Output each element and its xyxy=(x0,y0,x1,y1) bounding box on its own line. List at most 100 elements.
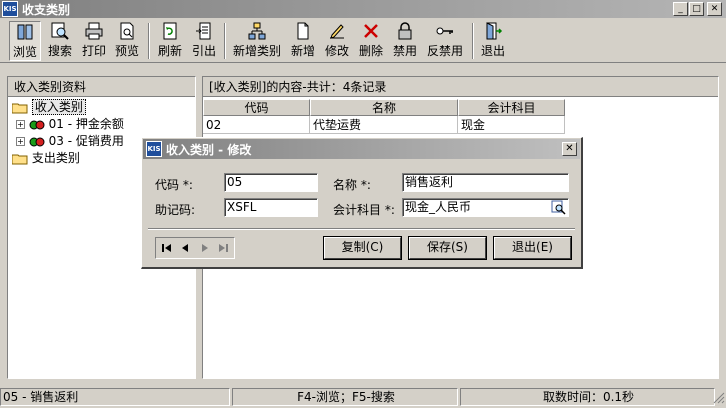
tree-node-income-root[interactable]: 收入类别 xyxy=(12,99,86,115)
table-row-cell-account[interactable]: 现金 xyxy=(458,116,565,134)
tree-node-label: 03 - 促销费用 xyxy=(48,134,124,148)
name-label: 名称 *: xyxy=(333,178,371,192)
browse-label: 浏览 xyxy=(12,45,37,59)
account-value: 现金_人民币 xyxy=(405,200,472,214)
name-input[interactable]: 销售返利 xyxy=(402,173,569,192)
refresh-icon xyxy=(163,22,177,40)
dialog-exit-button[interactable]: 退出(E) xyxy=(493,236,572,260)
delete-button[interactable]: 删除 xyxy=(356,21,386,61)
toolbar: 浏览 搜索 打印 预览 刷新 引出 新增类别 新增 修改 删除 禁用 反禁用 退… xyxy=(0,19,726,63)
lookup-icon[interactable] xyxy=(551,200,566,215)
previous-record-icon[interactable] xyxy=(178,242,192,254)
tree-node-label: 01 - 押金余额 xyxy=(48,117,124,131)
column-header-account[interactable]: 会计科目 xyxy=(458,99,565,116)
toolbar-separator xyxy=(224,23,226,59)
tree-panel-header: 收入类别资料 xyxy=(8,77,195,97)
record-navigator xyxy=(155,237,235,259)
print-button[interactable]: 打印 xyxy=(78,21,110,61)
table-row-cell-name[interactable]: 代垫运费 xyxy=(310,116,458,134)
tree-node-label: 收入类别 xyxy=(31,99,86,115)
exit-icon xyxy=(486,22,503,40)
code-label: 代码 *: xyxy=(155,178,193,192)
enable-label: 反禁用 xyxy=(426,44,463,58)
edit-dialog: KIS 收入类别 - 修改 ✕ 代码 *: 05 名称 *: 销售返利 助记码:… xyxy=(141,137,583,269)
account-label: 会计科目 *: xyxy=(333,203,395,217)
edit-button[interactable]: 修改 xyxy=(322,21,352,61)
status-fetch-time: 取数时间：0.1秒 xyxy=(460,388,715,406)
printer-icon xyxy=(85,22,103,40)
export-label: 引出 xyxy=(191,44,216,58)
column-header-code[interactable]: 代码 xyxy=(203,99,310,116)
toolbar-separator xyxy=(148,23,150,59)
save-button[interactable]: 保存(S) xyxy=(408,236,487,260)
window-titlebar: KIS 收支类别 _ □ ✕ xyxy=(0,0,726,18)
new-category-label: 新增类别 xyxy=(232,44,281,58)
lock-icon xyxy=(398,22,412,40)
delete-label: 删除 xyxy=(358,44,383,58)
dialog-titlebar: KIS 收入类别 - 修改 ✕ xyxy=(143,139,580,159)
browse-icon xyxy=(17,24,33,40)
preview-icon xyxy=(120,22,134,40)
status-shortcut-hints: F4-浏览；F5-搜索 xyxy=(232,388,458,406)
tree-node-child-01[interactable]: + 01 - 押金余额 xyxy=(16,116,124,132)
table-row-cell-code[interactable]: 02 xyxy=(203,116,310,134)
preview-button[interactable]: 预览 xyxy=(111,21,143,61)
search-label: 搜索 xyxy=(47,44,72,58)
new-category-button[interactable]: 新增类别 xyxy=(230,21,284,61)
browse-button[interactable]: 浏览 xyxy=(9,21,41,61)
mnemonic-input[interactable]: XSFL xyxy=(224,198,318,217)
export-icon xyxy=(196,22,211,40)
disable-label: 禁用 xyxy=(392,44,417,58)
mnemonic-label: 助记码: xyxy=(155,203,196,217)
tree-node-label: 支出类别 xyxy=(31,151,80,165)
preview-label: 预览 xyxy=(114,44,139,58)
minimize-button[interactable]: _ xyxy=(673,2,688,16)
resize-grip-icon[interactable] xyxy=(713,392,725,404)
key-icon xyxy=(436,27,453,35)
new-label: 新增 xyxy=(290,44,315,58)
export-button[interactable]: 引出 xyxy=(188,21,220,61)
category-node-icon xyxy=(29,120,45,129)
print-label: 打印 xyxy=(81,44,106,58)
column-header-name[interactable]: 名称 xyxy=(310,99,458,116)
dialog-title: 收入类别 - 修改 xyxy=(166,143,252,157)
toolbar-separator xyxy=(472,23,474,59)
tree-node-child-03[interactable]: + 03 - 促销费用 xyxy=(16,133,124,149)
expand-icon[interactable]: + xyxy=(16,120,25,129)
edit-label: 修改 xyxy=(324,44,349,58)
category-node-icon xyxy=(29,137,45,146)
statusbar: 05 - 销售返利 F4-浏览；F5-搜索 取数时间：0.1秒 xyxy=(0,386,726,408)
tree-node-expense-root[interactable]: 支出类别 xyxy=(12,150,80,166)
enable-button[interactable]: 反禁用 xyxy=(424,21,466,61)
exit-label: 退出 xyxy=(480,44,505,58)
account-input[interactable]: 现金_人民币 xyxy=(402,198,569,217)
delete-icon xyxy=(364,24,378,38)
close-button[interactable]: ✕ xyxy=(707,2,722,16)
folder-icon xyxy=(12,154,28,164)
new-category-icon xyxy=(248,22,266,40)
search-icon xyxy=(51,22,69,40)
new-icon xyxy=(297,22,309,40)
dialog-logo: KIS xyxy=(146,141,162,157)
maximize-button[interactable]: □ xyxy=(689,2,704,16)
app-logo: KIS xyxy=(2,1,18,17)
refresh-button[interactable]: 刷新 xyxy=(154,21,186,61)
edit-icon xyxy=(330,24,344,39)
window-title: 收支类别 xyxy=(22,3,71,17)
expand-icon[interactable]: + xyxy=(16,137,25,146)
last-record-icon[interactable] xyxy=(216,242,230,254)
disable-button[interactable]: 禁用 xyxy=(390,21,420,61)
records-panel-header: [收入类别]的内容-共计：4条记录 xyxy=(203,77,718,97)
copy-button[interactable]: 复制(C) xyxy=(323,236,402,260)
dialog-divider xyxy=(148,228,575,230)
search-button[interactable]: 搜索 xyxy=(44,21,76,61)
refresh-label: 刷新 xyxy=(157,44,182,58)
new-button[interactable]: 新增 xyxy=(288,21,318,61)
exit-button[interactable]: 退出 xyxy=(478,21,508,61)
code-input[interactable]: 05 xyxy=(224,173,318,192)
status-current-record: 05 - 销售返利 xyxy=(0,388,230,406)
open-folder-icon xyxy=(12,103,28,113)
dialog-close-button[interactable]: ✕ xyxy=(562,142,577,156)
next-record-icon[interactable] xyxy=(198,242,212,254)
first-record-icon[interactable] xyxy=(160,242,174,254)
